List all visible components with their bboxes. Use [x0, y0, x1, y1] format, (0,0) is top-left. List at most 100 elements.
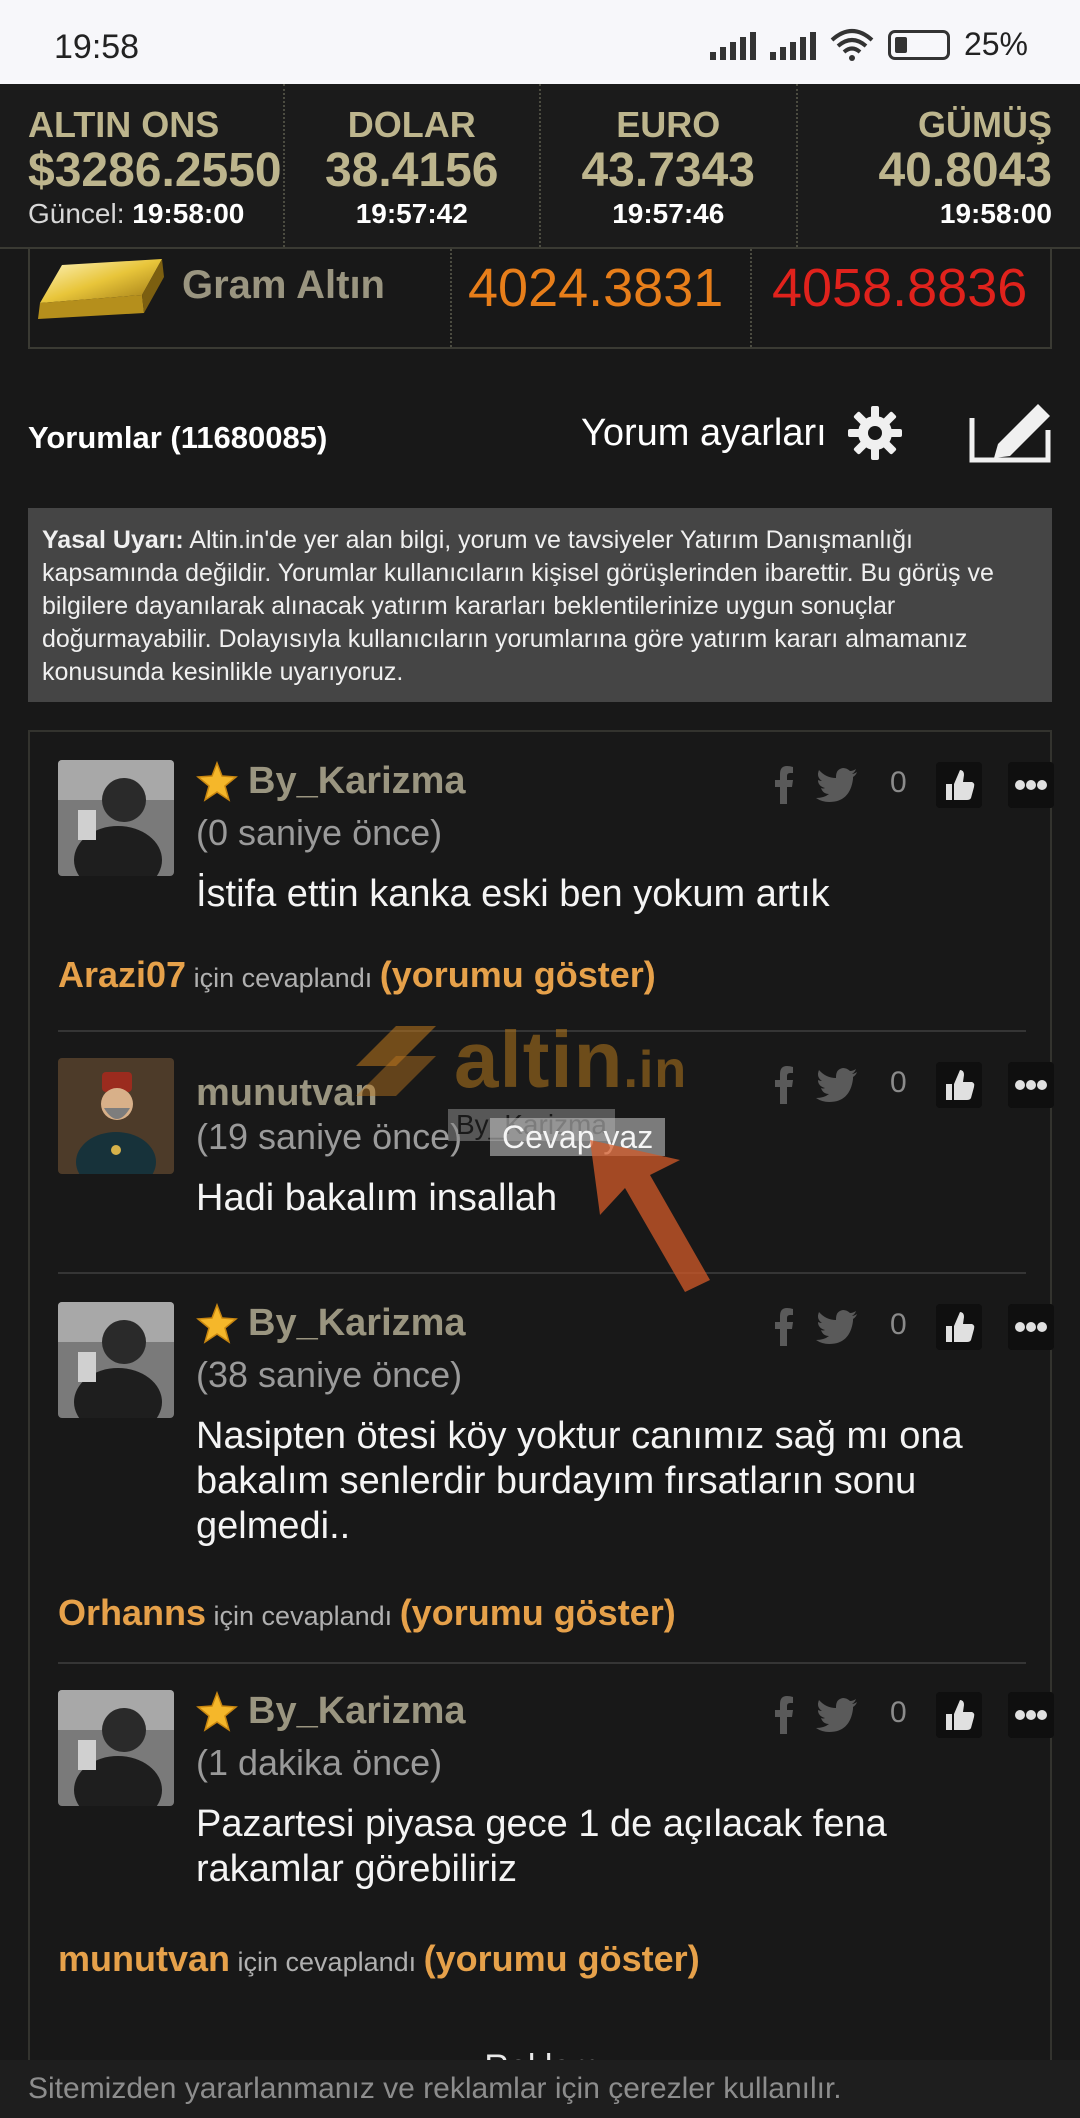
- comment-settings-link[interactable]: Yorum ayarları: [581, 412, 827, 455]
- gram-altin-row[interactable]: Gram Altın 4024.3831 4058.8836: [28, 249, 1052, 349]
- reply-label: için cevaplandı: [193, 963, 373, 993]
- disclaimer-label: Yasal Uyarı:: [42, 526, 184, 554]
- comment-actions: 0: [746, 1062, 1054, 1110]
- comments-list: By_Karizma (0 saniye önce) İstifa ettin …: [28, 730, 1054, 2086]
- ticker-dolar[interactable]: DOLAR 38.4156 19:57:42: [285, 84, 541, 247]
- price-ticker: ALTIN ONS $3286.2550 Güncel: 19:58:00 DO…: [0, 84, 1080, 249]
- ticker-time-value: 19:57:46: [612, 198, 725, 230]
- status-bar: 19:58 25%: [0, 0, 1080, 84]
- reply-info: Orhanns için cevaplandı (yorumu göster): [58, 1592, 676, 1634]
- more-options-icon[interactable]: [1008, 1692, 1054, 1738]
- ticker-euro[interactable]: EURO 43.7343 19:57:46: [541, 84, 798, 247]
- twitter-icon[interactable]: [816, 768, 858, 802]
- avatar[interactable]: [58, 1302, 174, 1418]
- comments-title: Yorumlar (11680085): [28, 420, 328, 455]
- username-text: By_Karizma: [248, 760, 466, 802]
- star-icon: [196, 1302, 238, 1344]
- comment-time: (19 saniye önce): [196, 1116, 463, 1157]
- facebook-icon[interactable]: [774, 766, 794, 804]
- twitter-icon[interactable]: [816, 1698, 858, 1732]
- battery-icon: [887, 29, 950, 60]
- thumbs-up-icon[interactable]: [936, 1692, 982, 1738]
- ticker-gumus[interactable]: GÜMÜŞ 40.8043 19:58:00: [798, 84, 1080, 247]
- ticker-value: 43.7343: [581, 144, 755, 197]
- show-comment-link[interactable]: (yorumu göster): [380, 954, 656, 995]
- legal-disclaimer: Yasal Uyarı: Altin.in'de yer alan bilgi,…: [28, 508, 1052, 702]
- reply-button[interactable]: Cevap yaz: [490, 1118, 666, 1156]
- battery-percent: 25%: [963, 26, 1028, 62]
- divider: [58, 1030, 1026, 1032]
- ticker-value: 40.8043: [878, 144, 1052, 197]
- comment-time: (1 dakika önce): [196, 1742, 443, 1783]
- comment-actions: 0: [746, 762, 1054, 810]
- username-text: By_Karizma: [248, 1690, 466, 1732]
- reply-to-user[interactable]: Orhanns: [58, 1592, 206, 1633]
- ticker-altin-ons[interactable]: ALTIN ONS $3286.2550 Güncel: 19:58:00: [0, 84, 285, 247]
- ticker-time: 19:57:46: [541, 198, 796, 230]
- ticker-name: GÜMÜŞ: [918, 104, 1052, 145]
- comment-text: Nasipten ötesi köy yoktur canımız sağ mı…: [196, 1415, 963, 1547]
- avatar[interactable]: [58, 760, 174, 876]
- more-options-icon[interactable]: [1008, 762, 1054, 808]
- thumbs-up-icon[interactable]: [936, 1062, 982, 1108]
- twitter-icon[interactable]: [816, 1068, 858, 1102]
- disclaimer-text: Altin.in'de yer alan bilgi, yorum ve tav…: [42, 526, 994, 686]
- ticker-value: 38.4156: [324, 144, 499, 197]
- reply-info: Arazi07 için cevaplandı (yorumu göster): [58, 954, 656, 996]
- more-options-icon[interactable]: [1008, 1304, 1054, 1350]
- ticker-time: Güncel: 19:58:00: [28, 198, 283, 230]
- comment-username[interactable]: By_Karizma: [196, 1302, 466, 1345]
- gear-icon[interactable]: [846, 404, 904, 462]
- wifi-icon: [830, 28, 874, 61]
- like-count: 0: [890, 1696, 907, 1729]
- facebook-icon[interactable]: [774, 1066, 794, 1104]
- gold-bar-icon: [38, 259, 164, 319]
- divider: [58, 1662, 1026, 1664]
- ticker-time-label: Güncel:: [28, 198, 125, 230]
- comment-time: (38 saniye önce): [196, 1354, 463, 1395]
- twitter-icon[interactable]: [816, 1310, 858, 1344]
- ticker-name: EURO: [616, 104, 721, 145]
- reply-to-user[interactable]: Arazi07: [58, 954, 186, 995]
- avatar[interactable]: [58, 1058, 174, 1174]
- signal-icon-2: [769, 30, 816, 60]
- thumbs-up-icon[interactable]: [936, 1304, 982, 1350]
- comment-username[interactable]: By_Karizma: [196, 760, 466, 803]
- signal-icon: [709, 30, 756, 60]
- cookie-notice[interactable]: Sitemizden yararlanmanız ve reklamlar iç…: [0, 2060, 1080, 2118]
- show-comment-link[interactable]: (yorumu göster): [400, 1592, 676, 1633]
- avatar[interactable]: [58, 1690, 174, 1806]
- comment-actions: 0: [746, 1692, 1054, 1740]
- more-options-icon[interactable]: [1008, 1062, 1054, 1108]
- reply-info: munutvan için cevaplandı (yorumu göster): [58, 1938, 700, 1980]
- star-icon: [196, 760, 238, 802]
- facebook-icon[interactable]: [774, 1308, 794, 1346]
- comments-header: Yorumlar (11680085) Yorum ayarları: [28, 400, 1052, 470]
- comment-username[interactable]: By_Karizma: [196, 1690, 466, 1733]
- gram-sell-price: 4058.8836: [772, 258, 1028, 318]
- ticker-time-value: 19:57:42: [355, 198, 468, 230]
- ticker-time: 19:58:00: [798, 198, 1052, 230]
- comment-actions: 0: [746, 1304, 1054, 1352]
- like-count: 0: [890, 766, 907, 799]
- comment-time: (0 saniye önce): [196, 812, 443, 853]
- thumbs-up-icon[interactable]: [936, 762, 982, 808]
- ticker-time-value: 19:58:00: [132, 198, 245, 230]
- status-time: 19:58: [54, 28, 140, 66]
- comment-username[interactable]: munutvan: [196, 1072, 378, 1115]
- comment-text: Pazartesi piyasa gece 1 de açılacak fena…: [196, 1803, 887, 1890]
- username-text: munutvan: [196, 1072, 378, 1114]
- ticker-value: $3286.2550: [28, 144, 282, 197]
- gram-buy-price: 4024.3831: [468, 258, 724, 318]
- status-icons: 25%: [709, 26, 1028, 63]
- divider: [450, 249, 452, 347]
- divider: [58, 1272, 1026, 1274]
- comment-text: İstifa ettin kanka eski ben yokum artık: [196, 873, 830, 915]
- write-comment-icon[interactable]: [968, 400, 1052, 464]
- reply-to-user[interactable]: munutvan: [58, 1938, 230, 1979]
- ticker-time-value: 19:58:00: [939, 198, 1052, 230]
- ticker-name: DOLAR: [347, 104, 476, 145]
- show-comment-link[interactable]: (yorumu göster): [424, 1938, 700, 1979]
- divider: [750, 249, 752, 347]
- facebook-icon[interactable]: [774, 1696, 794, 1734]
